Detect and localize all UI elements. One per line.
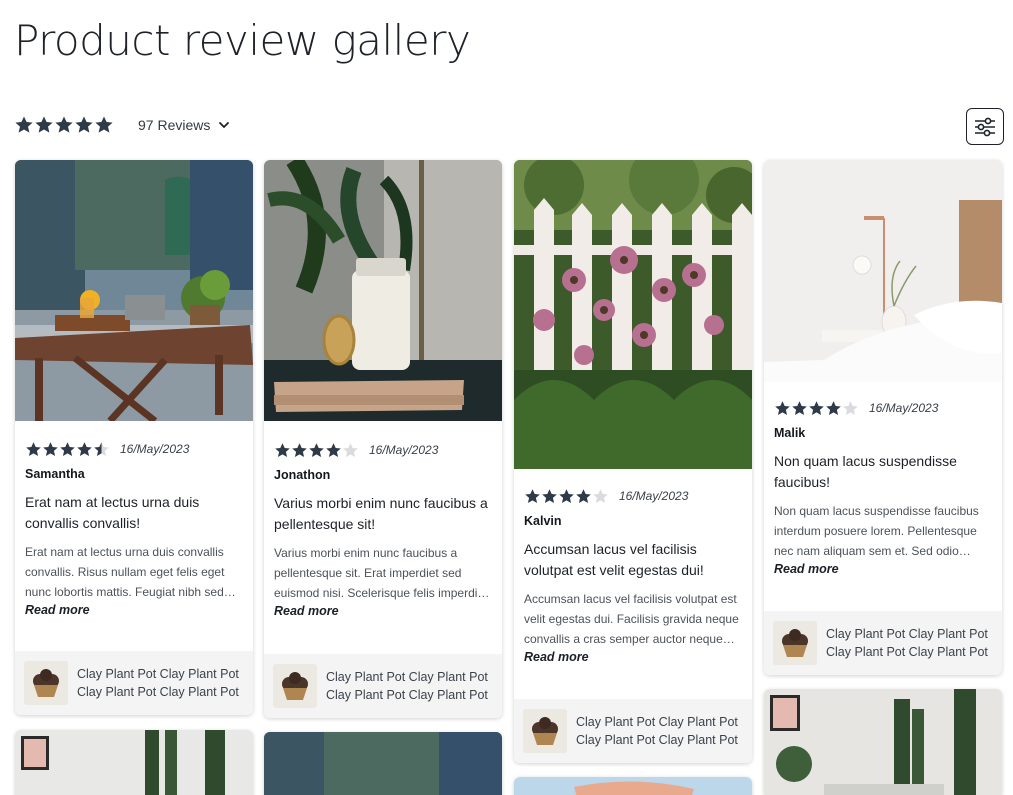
page-title: Product review gallery <box>14 16 471 65</box>
star-icon <box>75 116 93 133</box>
review-headline: Accumsan lacus vel facilisis volutpat es… <box>524 541 704 578</box>
review-meta: 16/May/2023 <box>774 399 992 417</box>
review-date: 16/May/2023 <box>369 443 439 457</box>
review-snippet: Erat nam at lectus urna duis convallis c… <box>25 545 225 599</box>
star-icon <box>792 400 807 415</box>
product-thumbnail <box>523 709 567 753</box>
product-name[interactable]: Clay Plant Pot Clay Plant Pot Clay Plant… <box>77 665 245 701</box>
review-card[interactable] <box>514 777 752 795</box>
review-product[interactable]: Clay Plant Pot Clay Plant Pot Clay Plant… <box>15 651 253 715</box>
review-product[interactable]: Clay Plant Pot Clay Plant Pot Clay Plant… <box>514 699 752 763</box>
review-photo[interactable] <box>514 160 752 469</box>
review-card[interactable] <box>264 732 502 795</box>
review-date: 16/May/2023 <box>120 442 190 456</box>
star-icon <box>775 400 790 415</box>
star-icon <box>55 116 73 133</box>
review-stars <box>774 400 859 417</box>
review-date: 16/May/2023 <box>869 401 939 415</box>
star-icon <box>15 116 33 133</box>
star-icon <box>95 116 113 133</box>
star-icon <box>525 488 540 503</box>
review-product[interactable]: Clay Plant Pot Clay Plant Pot Clay Plant… <box>764 611 1002 675</box>
read-more-link[interactable]: Read more <box>524 650 742 664</box>
review-photo[interactable] <box>764 689 1002 795</box>
reviews-count-toggle[interactable]: 97 Reviews <box>138 117 210 133</box>
review-card[interactable]: 16/May/2023 Samantha Erat nam at lectus … <box>15 160 253 715</box>
read-more-link[interactable]: Read more <box>25 603 243 617</box>
review-card[interactable]: 16/May/2023 Malik Non quam lacus suspend… <box>764 160 1002 675</box>
review-meta: 16/May/2023 <box>524 487 742 505</box>
review-card[interactable] <box>764 689 1002 795</box>
review-date: 16/May/2023 <box>619 489 689 503</box>
review-photo[interactable] <box>15 160 253 421</box>
review-card[interactable]: 16/May/2023 Jonathon Varius morbi enim n… <box>264 160 502 718</box>
review-meta: 16/May/2023 <box>274 441 492 459</box>
review-headline: Non quam lacus suspendisse faucibus! <box>774 453 957 490</box>
star-icon <box>809 400 824 415</box>
review-photo[interactable] <box>264 732 502 795</box>
review-card[interactable]: 16/May/2023 Kalvin Accumsan lacus vel fa… <box>514 160 752 763</box>
product-name[interactable]: Clay Plant Pot Clay Plant Pot Clay Plant… <box>576 713 744 749</box>
review-stars <box>524 488 609 505</box>
chevron-down-icon[interactable] <box>218 119 230 131</box>
review-meta: 16/May/2023 <box>25 440 243 458</box>
star-icon <box>576 488 591 503</box>
review-author: Kalvin <box>524 514 562 528</box>
review-stars <box>25 441 110 458</box>
product-thumbnail <box>273 664 317 708</box>
review-snippet: Varius morbi enim nunc faucibus a pellen… <box>274 546 488 600</box>
review-author: Jonathon <box>274 468 331 482</box>
star-icon <box>43 441 58 456</box>
review-stars <box>274 442 359 459</box>
review-photo[interactable] <box>264 160 502 421</box>
star-icon <box>35 116 53 133</box>
star-icon <box>26 441 41 456</box>
star-icon <box>309 442 324 457</box>
review-card[interactable] <box>15 730 253 795</box>
product-thumbnail <box>24 661 68 705</box>
star-icon <box>542 488 557 503</box>
review-headline: Erat nam at lectus urna duis convallis c… <box>25 494 200 531</box>
star-icon <box>292 442 307 457</box>
star-icon <box>826 400 841 415</box>
product-name[interactable]: Clay Plant Pot Clay Plant Pot Clay Plant… <box>326 668 494 704</box>
star-icon <box>94 441 109 456</box>
review-photo[interactable] <box>764 160 1002 382</box>
review-product[interactable]: Clay Plant Pot Clay Plant Pot Clay Plant… <box>264 654 502 718</box>
review-photo[interactable] <box>15 730 253 795</box>
star-icon <box>593 488 608 503</box>
review-author: Samantha <box>25 467 85 481</box>
star-icon <box>77 441 92 456</box>
review-author: Malik <box>774 426 806 440</box>
star-icon <box>60 441 75 456</box>
product-thumbnail <box>773 621 817 665</box>
read-more-link[interactable]: Read more <box>274 604 492 618</box>
product-name[interactable]: Clay Plant Pot Clay Plant Pot Clay Plant… <box>826 625 994 661</box>
star-icon <box>275 442 290 457</box>
star-icon <box>343 442 358 457</box>
review-headline: Varius morbi enim nunc faucibus a pellen… <box>274 495 488 532</box>
star-icon <box>559 488 574 503</box>
review-photo[interactable] <box>514 777 752 795</box>
star-icon <box>326 442 341 457</box>
summary-stars <box>14 115 114 135</box>
review-snippet: Accumsan lacus vel facilisis volutpat es… <box>524 592 739 646</box>
read-more-link[interactable]: Read more <box>774 562 992 576</box>
review-snippet: Non quam lacus suspendisse faucibus inte… <box>774 504 979 558</box>
star-icon <box>843 400 858 415</box>
filter-button[interactable] <box>966 108 1004 145</box>
rating-summary: 97 Reviews <box>14 114 230 136</box>
sliders-icon <box>975 117 995 136</box>
